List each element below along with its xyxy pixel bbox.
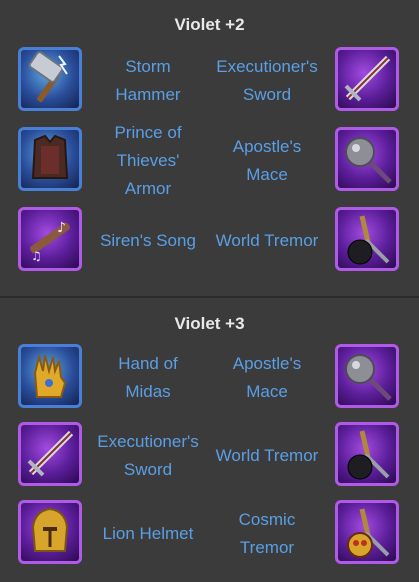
item-row: Lion Helmet Cosmic Tremor xyxy=(0,500,419,572)
apostles-mace-icon[interactable] xyxy=(335,344,399,408)
item-name: Cosmic Tremor xyxy=(238,510,296,557)
item-name: Executioner's Sword xyxy=(216,57,318,104)
item-name: Lion Helmet xyxy=(102,524,194,543)
prince-of-thieves-armor-icon[interactable] xyxy=(18,127,82,191)
item-name: Hand of Midas xyxy=(118,354,178,401)
item-name: World Tremor xyxy=(215,446,319,465)
item-name: Apostle's Mace xyxy=(232,354,302,401)
lion-helmet-icon[interactable] xyxy=(18,500,82,564)
item-name: Apostle's Mace xyxy=(232,137,302,184)
section-title: Violet +3 xyxy=(174,314,245,333)
item-name: Siren's Song xyxy=(100,231,196,250)
item-name: Executioner's Sword xyxy=(97,432,199,479)
executioners-sword-icon[interactable] xyxy=(335,47,399,111)
storm-hammer-icon[interactable] xyxy=(18,47,82,111)
item-name: World Tremor xyxy=(215,231,319,250)
world-tremor-icon[interactable] xyxy=(335,207,399,271)
sirens-song-icon[interactable]: ♪ ♫ xyxy=(18,207,82,271)
item-row: Prince of Thieves' Armor Apostle's Mace xyxy=(0,123,419,199)
hand-of-midas-icon[interactable] xyxy=(18,344,82,408)
item-row: ♪ ♫ Siren's Song World Tremor xyxy=(0,207,419,279)
svg-text:♪: ♪ xyxy=(57,220,66,236)
cosmic-tremor-icon[interactable] xyxy=(335,500,399,564)
violet-plus-2-section: Violet +2 Storm Hammer Executioner's Swo… xyxy=(0,0,419,296)
section-title: Violet +2 xyxy=(174,15,245,34)
item-row: Storm Hammer Executioner's Sword xyxy=(0,47,419,119)
item-row: Hand of Midas Apostle's Mace xyxy=(0,344,419,416)
item-row: Executioner's Sword World Tremor xyxy=(0,422,419,494)
svg-text:♫: ♫ xyxy=(31,249,42,263)
world-tremor-icon[interactable] xyxy=(335,422,399,486)
item-name: Prince of Thieves' Armor xyxy=(114,123,182,198)
violet-plus-3-section: Violet +3 Hand of Midas Apostle's Mace E… xyxy=(0,298,419,582)
item-name: Storm Hammer xyxy=(115,57,181,104)
executioners-sword-icon[interactable] xyxy=(18,422,82,486)
apostles-mace-icon[interactable] xyxy=(335,127,399,191)
